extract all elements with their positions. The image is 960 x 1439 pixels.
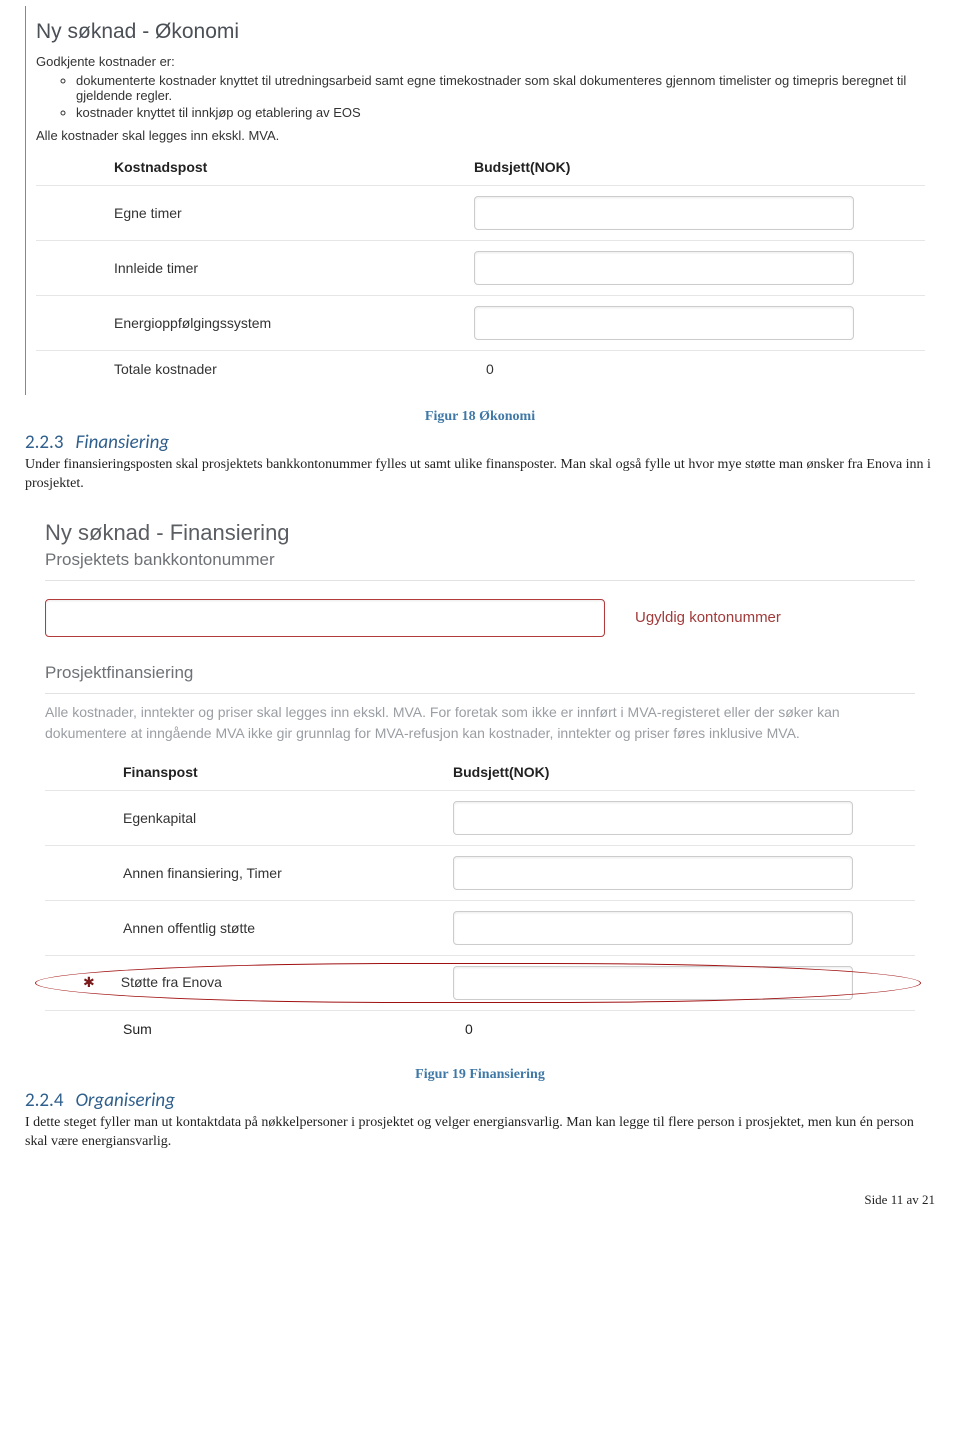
heading-2-2-4-title: Organisering <box>75 1089 175 1112</box>
fp-head: Finanspost Budsjett(NOK) <box>45 754 915 790</box>
divider <box>45 693 915 694</box>
okonomi-title: Ny søknad - Økonomi <box>36 20 925 44</box>
cost-input-1[interactable] <box>474 251 854 285</box>
cost-total-label: Totale kostnader <box>44 361 434 377</box>
finanspost-table: Finanspost Budsjett(NOK) Egenkapital Ann… <box>45 754 915 1047</box>
okonomi-bullets: dokumenterte kostnader knyttet til utred… <box>76 73 925 120</box>
head-kostnadspost: Kostnadspost <box>44 159 434 175</box>
okonomi-intro: Godkjente kostnader er: <box>36 54 925 69</box>
heading-2-2-4: 2.2.4 Organisering <box>25 1089 935 1112</box>
fp-label-2: Annen offentlig støtte <box>53 920 453 936</box>
caption-figur-19: Figur 19 Finansiering <box>25 1067 935 1083</box>
fin-sub-prosjektfin: Prosjektfinansiering <box>45 663 915 683</box>
paragraph-2-2-3: Under finansieringsposten skal prosjekte… <box>25 456 935 494</box>
fin-help-text: Alle kostnader, inntekter og priser skal… <box>45 702 915 744</box>
cost-row-total: Totale kostnader 0 <box>36 350 925 387</box>
cost-label-1: Innleide timer <box>44 260 434 276</box>
fp-input-2[interactable] <box>453 911 853 945</box>
fp-input-enova[interactable] <box>453 966 853 1000</box>
page-footer: Side 11 av 21 <box>25 1192 935 1208</box>
fp-sum-label: Sum <box>53 1021 453 1037</box>
required-star-icon: ✱ <box>83 974 95 990</box>
cost-label-2: Energioppfølgingssystem <box>44 315 434 331</box>
cost-input-2[interactable] <box>474 306 854 340</box>
bullet-0: dokumenterte kostnader knyttet til utred… <box>76 73 925 103</box>
cost-table-head: Kostnadspost Budsjett(NOK) <box>36 149 925 185</box>
konto-row: Ugyldig kontonummer <box>45 599 915 637</box>
heading-2-2-3-title: Finansiering <box>75 431 169 454</box>
cost-input-0[interactable] <box>474 196 854 230</box>
cost-label-0: Egne timer <box>44 205 434 221</box>
paragraph-2-2-4: I dette steget fyller man ut kontaktdata… <box>25 1114 935 1152</box>
fp-row-enova: ✱ Støtte fra Enova <box>45 955 915 1010</box>
cost-total-value: 0 <box>434 361 917 377</box>
fp-label-enova-text: Støtte fra Enova <box>121 974 222 990</box>
screenshot-finansiering: Ny søknad - Finansiering Prosjektets ban… <box>25 504 935 1053</box>
fp-label-enova: ✱ Støtte fra Enova <box>53 974 453 991</box>
fp-label-1: Annen finansiering, Timer <box>53 865 453 881</box>
fp-row-0: Egenkapital <box>45 790 915 845</box>
divider <box>45 580 915 581</box>
bullet-1: kostnader knyttet til innkjøp og etabler… <box>76 105 925 120</box>
fp-head-value: Budsjett(NOK) <box>453 764 549 780</box>
fp-row-1: Annen finansiering, Timer <box>45 845 915 900</box>
fp-row-2: Annen offentlig støtte <box>45 900 915 955</box>
heading-2-2-4-num: 2.2.4 <box>25 1089 63 1112</box>
fp-input-1[interactable] <box>453 856 853 890</box>
fin-sub-konto: Prosjektets bankkontonummer <box>45 550 915 570</box>
cost-table: Kostnadspost Budsjett(NOK) Egne timer In… <box>36 149 925 387</box>
fp-label-0: Egenkapital <box>53 810 453 826</box>
screenshot-okonomi: Ny søknad - Økonomi Godkjente kostnader … <box>25 6 935 395</box>
mva-note: Alle kostnader skal legges inn ekskl. MV… <box>36 128 925 143</box>
caption-figur-18: Figur 18 Økonomi <box>25 409 935 425</box>
fin-title: Ny søknad - Finansiering <box>45 520 915 546</box>
page: Ny søknad - Økonomi Godkjente kostnader … <box>0 6 960 1248</box>
fp-head-label: Finanspost <box>53 764 453 780</box>
cost-row-1: Innleide timer <box>36 240 925 295</box>
fp-row-sum: Sum 0 <box>45 1010 915 1047</box>
heading-2-2-3-num: 2.2.3 <box>25 431 63 454</box>
fp-sum-value: 0 <box>453 1021 473 1037</box>
konto-error: Ugyldig kontonummer <box>635 609 781 626</box>
cost-row-2: Energioppfølgingssystem <box>36 295 925 350</box>
head-budsjett: Budsjett(NOK) <box>434 159 917 175</box>
konto-input[interactable] <box>45 599 605 637</box>
heading-2-2-3: 2.2.3 Finansiering <box>25 431 935 454</box>
fp-input-0[interactable] <box>453 801 853 835</box>
cost-row-0: Egne timer <box>36 185 925 240</box>
